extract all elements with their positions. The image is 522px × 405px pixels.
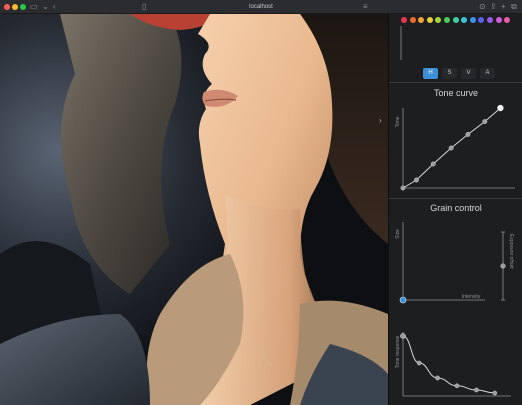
- divider: [389, 82, 522, 83]
- color-swatch[interactable]: [487, 17, 493, 23]
- tone-response-graph[interactable]: Tone response: [389, 326, 522, 402]
- color-swatch[interactable]: [469, 17, 476, 23]
- tone-response-curve: [402, 335, 495, 394]
- grain-control-graph[interactable]: Size Intensity Exposure offset: [389, 218, 522, 304]
- portrait-photo: [0, 14, 388, 405]
- curve-control-point[interactable]: [413, 177, 419, 183]
- color-swatch[interactable]: [435, 17, 442, 23]
- intensity-axis-label: Intensity: [462, 294, 481, 300]
- address-bar[interactable]: localhost: [211, 2, 311, 12]
- color-swatch[interactable]: [401, 17, 407, 23]
- tone-curve-graph[interactable]: Tone: [389, 102, 522, 194]
- tone-curve-title: Tone curve: [433, 88, 479, 98]
- chevron-down-icon[interactable]: ⌄: [42, 2, 49, 12]
- color-swatch[interactable]: [504, 17, 511, 23]
- size-axis-label: Size: [395, 229, 401, 239]
- adjustments-panel: HSVA Tone curve Tone Grain control Size I…: [388, 14, 522, 405]
- color-swatch[interactable]: [495, 17, 502, 23]
- response-control-point[interactable]: [492, 390, 498, 396]
- response-control-point[interactable]: [416, 360, 422, 366]
- divider: [389, 198, 522, 199]
- plus-icon[interactable]: +: [501, 2, 506, 12]
- browser-titlebar: ▭ ⌄ ‹ ▯ localhost ≡ ⊙ ⇪ + ⧉: [0, 0, 522, 14]
- tone-axis-label: Tone: [395, 116, 401, 127]
- palette-graph[interactable]: [389, 24, 522, 64]
- reader-icon[interactable]: ≡: [363, 2, 368, 12]
- shield-icon[interactable]: ▯: [142, 2, 146, 12]
- color-swatch[interactable]: [444, 17, 450, 23]
- color-swatch[interactable]: [452, 17, 459, 23]
- curve-control-point[interactable]: [448, 145, 454, 151]
- color-swatch[interactable]: [409, 17, 416, 23]
- color-swatch[interactable]: [461, 17, 468, 23]
- chevron-right-icon[interactable]: ›: [379, 116, 382, 125]
- download-icon[interactable]: ⊙: [479, 2, 486, 12]
- color-swatch[interactable]: [426, 17, 433, 23]
- curve-control-point[interactable]: [497, 104, 504, 112]
- curve-control-point[interactable]: [430, 161, 436, 167]
- share-icon[interactable]: ⇪: [490, 2, 497, 12]
- response-control-point[interactable]: [400, 333, 406, 339]
- mode-button-h[interactable]: H: [423, 68, 438, 79]
- mode-button-s[interactable]: S: [442, 68, 457, 79]
- minimize-window-button[interactable]: [12, 4, 18, 10]
- response-control-point[interactable]: [435, 375, 440, 381]
- close-window-button[interactable]: [4, 4, 10, 10]
- exposure-offset-handle[interactable]: [500, 263, 506, 269]
- sidebar-icon[interactable]: ▭: [30, 2, 38, 12]
- chevron-left-icon[interactable]: ‹: [53, 2, 56, 12]
- color-swatch[interactable]: [418, 17, 425, 23]
- response-control-point[interactable]: [474, 387, 479, 393]
- curve-control-point[interactable]: [482, 119, 488, 125]
- response-control-point[interactable]: [454, 383, 460, 389]
- curve-control-point[interactable]: [465, 131, 471, 137]
- mode-button-v[interactable]: V: [461, 68, 476, 79]
- tabs-icon[interactable]: ⧉: [511, 2, 517, 12]
- tone-response-axis-label: Tone response: [395, 335, 401, 368]
- grain-xy-handle[interactable]: [399, 296, 407, 304]
- mode-button-a[interactable]: A: [480, 68, 495, 79]
- color-swatch[interactable]: [478, 17, 485, 23]
- grain-control-title: Grain control: [430, 203, 482, 213]
- curve-control-point[interactable]: [400, 185, 406, 191]
- exposure-offset-label: Exposure offset: [508, 234, 514, 269]
- maximize-window-button[interactable]: [20, 4, 26, 10]
- photo-canvas[interactable]: [0, 14, 388, 405]
